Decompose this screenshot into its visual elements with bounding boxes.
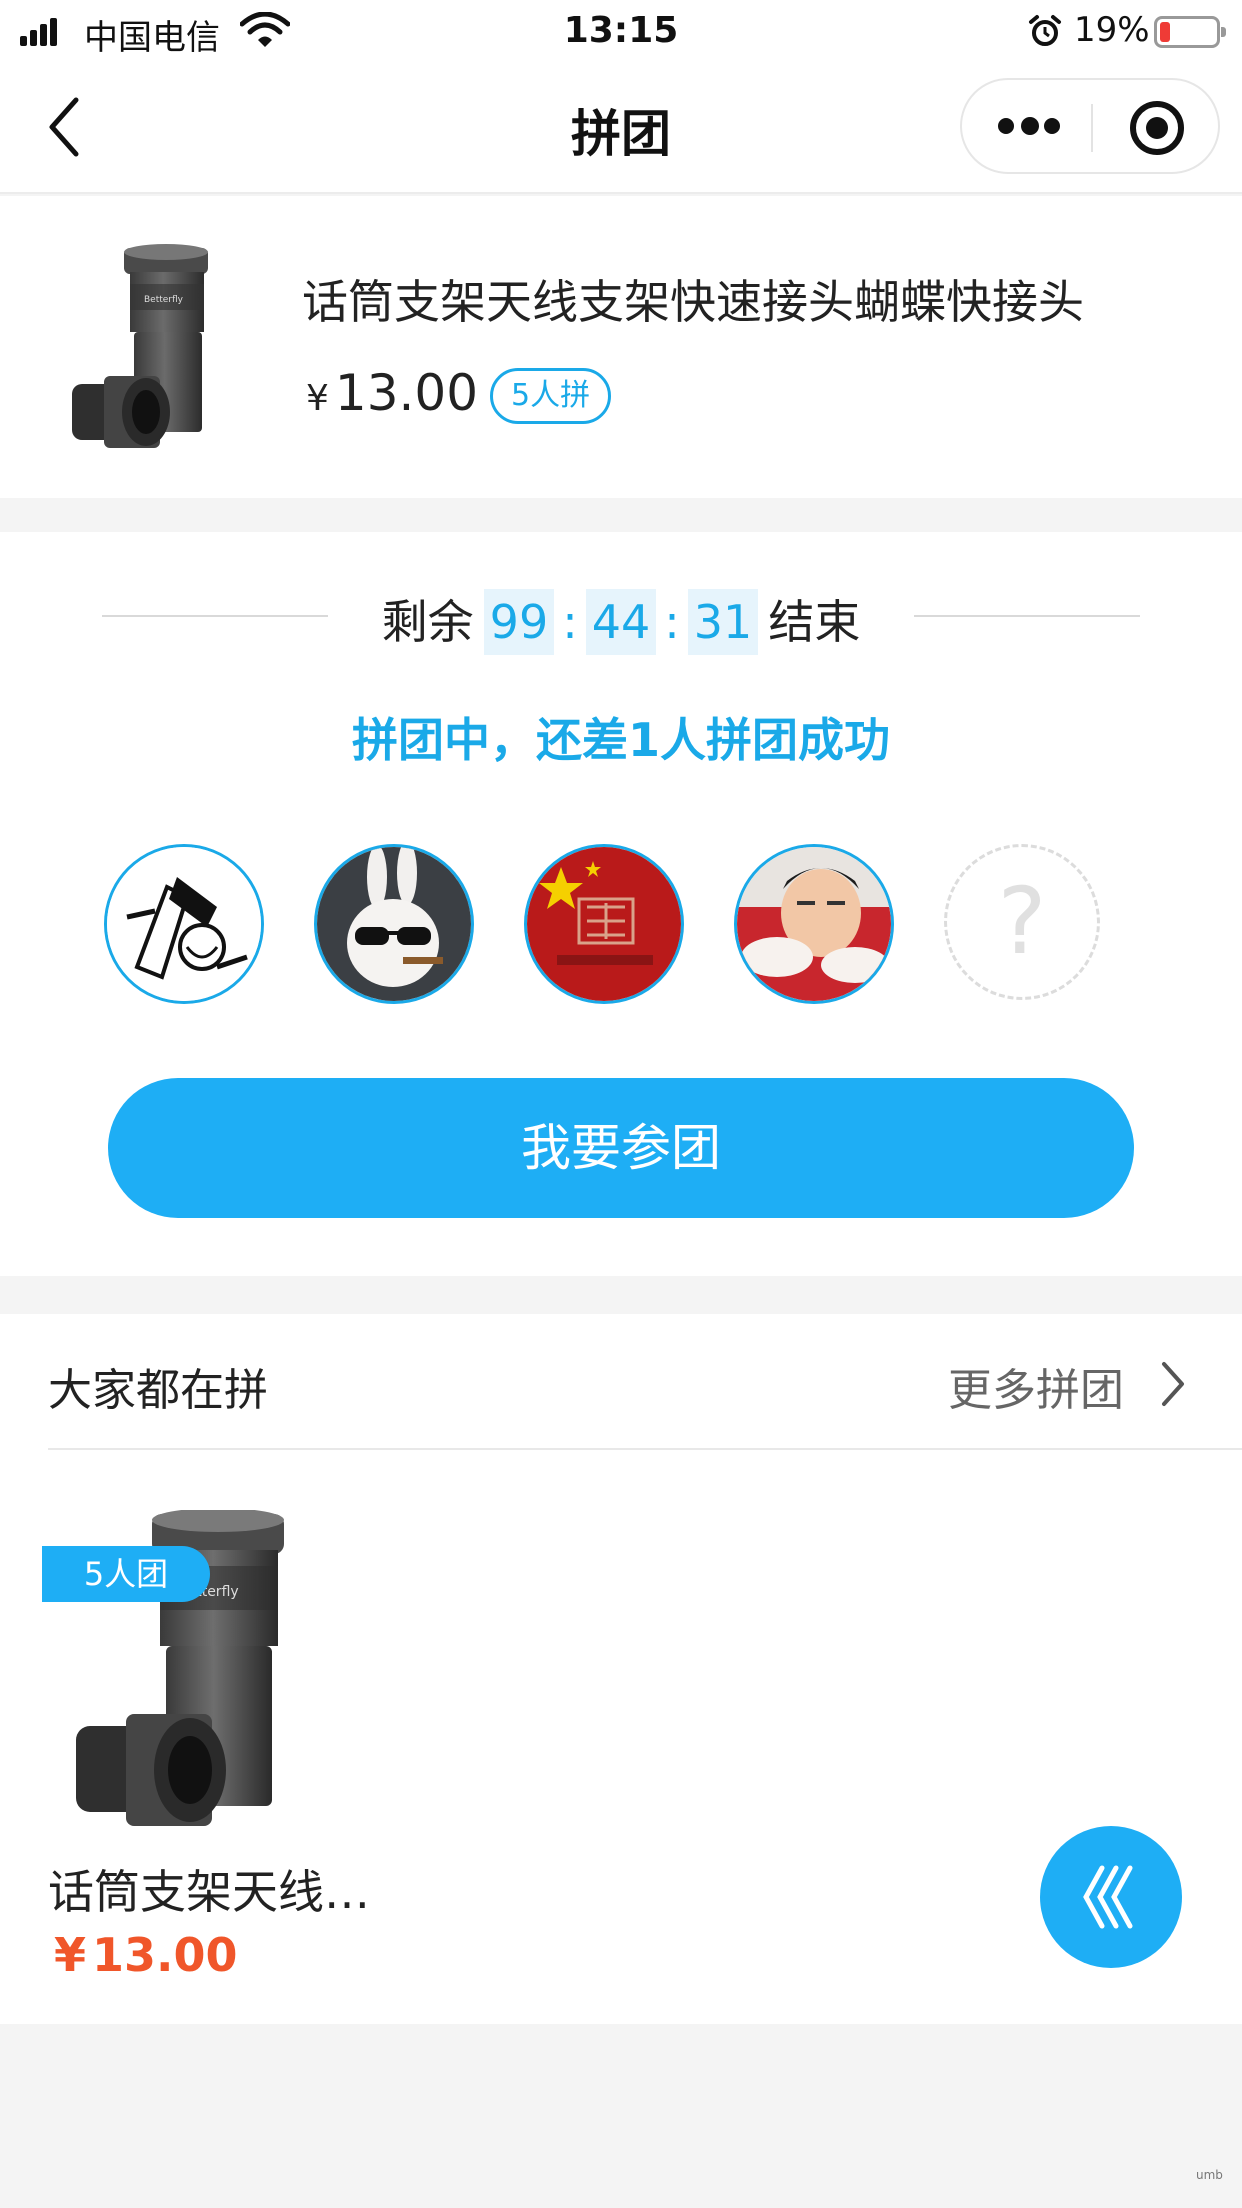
team-size-badge: 5人拼 (490, 368, 612, 424)
avatar-image (107, 847, 261, 1001)
section-title: 大家都在拼 (48, 1365, 268, 1416)
price-value: 13.00 (92, 1928, 238, 1982)
member-avatar[interactable] (524, 844, 684, 1004)
product-image: Betterfly (72, 244, 208, 448)
group-status-card: 剩余 99:44:31 结束 拼团中，还差1人拼团成功 ? 我要参团 (0, 532, 1242, 1276)
price-value: 13.00 (334, 364, 479, 422)
group-status-text: 拼团中，还差1人拼团成功 (351, 713, 890, 767)
more-groups-link[interactable]: 更多拼团 (948, 1354, 1124, 1418)
countdown-hours: 99 (483, 589, 555, 655)
product-price: ¥13.00 (306, 364, 478, 422)
avatar-image (527, 847, 681, 1001)
avatar-image (737, 847, 891, 1001)
back-to-top-button[interactable] (1040, 1826, 1182, 1968)
watermark: umb (1196, 2168, 1223, 2182)
nav-bar: 拼团 (0, 62, 1242, 194)
mini-program-capsule (960, 78, 1220, 174)
countdown-separator: : (562, 595, 578, 649)
close-target-icon[interactable] (1130, 101, 1184, 155)
back-to-top-icon (1083, 1865, 1133, 1929)
svg-text:Betterfly: Betterfly (144, 295, 184, 305)
currency-symbol: ¥ (54, 1928, 87, 1982)
alarm-icon (1029, 15, 1061, 46)
group-card-title[interactable]: 话筒支架天线… (48, 1856, 370, 1922)
product-title: 话筒支架天线支架快速接头蝴蝶快接头 (302, 275, 1084, 329)
countdown-prefix: 剩余 (381, 595, 474, 649)
member-avatar[interactable] (734, 844, 894, 1004)
member-avatar[interactable] (104, 844, 264, 1004)
status-bar: 中国电信 13:15 19% (0, 0, 1242, 62)
member-avatar[interactable] (314, 844, 474, 1004)
avatar-image (317, 847, 471, 1001)
countdown-seconds: 31 (687, 589, 759, 655)
chevron-right-icon[interactable] (1160, 1360, 1186, 1408)
section-divider (48, 1448, 1242, 1450)
countdown-minutes: 44 (585, 589, 657, 655)
currency-symbol: ¥ (306, 378, 329, 419)
countdown-suffix: 结束 (768, 595, 861, 649)
battery-percent: 19% (1074, 10, 1150, 50)
capsule-divider (1091, 104, 1093, 152)
group-size-tag: 5人团 (42, 1546, 210, 1602)
product-header[interactable]: Betterfly 话筒支架天线支架快速接头蝴蝶快接头 ¥13.00 5人拼 (0, 196, 1242, 498)
group-card-price: ¥13.00 (54, 1928, 238, 1982)
empty-member-slot: ? (944, 844, 1100, 1000)
battery-icon (1154, 16, 1226, 48)
countdown: 剩余 99:44:31 结束 (0, 586, 1242, 655)
more-icon[interactable] (998, 114, 1060, 140)
join-group-button[interactable]: 我要参团 (108, 1078, 1134, 1218)
countdown-separator: : (664, 595, 680, 649)
